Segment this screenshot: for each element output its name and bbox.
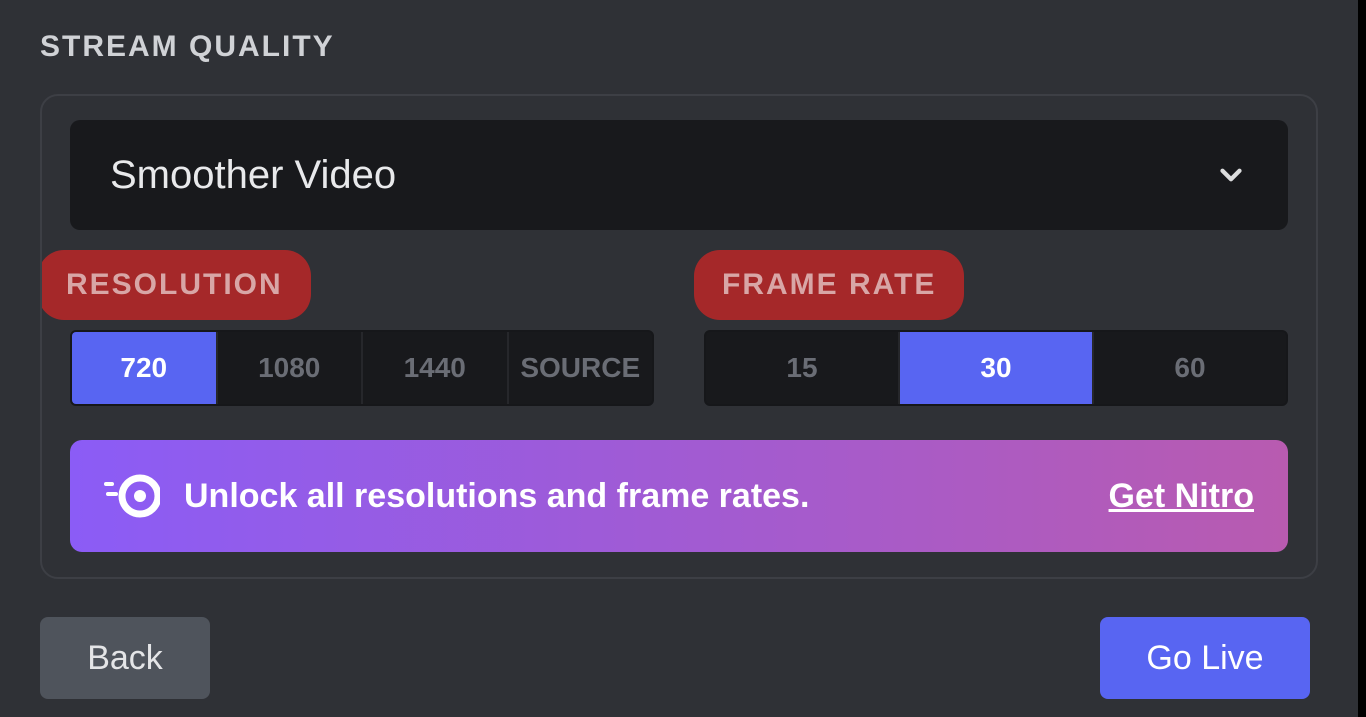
resolution-option-source[interactable]: SOURCE bbox=[509, 332, 653, 404]
resolution-segmented-control: 720 1080 1440 SOURCE bbox=[70, 330, 654, 406]
framerate-segmented-control: 15 30 60 bbox=[704, 330, 1288, 406]
nitro-upsell-banner: Unlock all resolutions and frame rates. … bbox=[70, 440, 1288, 552]
preset-dropdown[interactable]: Smoother Video bbox=[70, 120, 1288, 230]
framerate-option-15[interactable]: 15 bbox=[706, 332, 900, 404]
framerate-label-pill: FRAME RATE bbox=[694, 250, 964, 320]
go-live-button[interactable]: Go Live bbox=[1100, 617, 1310, 699]
chevron-down-icon bbox=[1214, 158, 1248, 192]
resolution-option-1080[interactable]: 1080 bbox=[218, 332, 364, 404]
nitro-text: Unlock all resolutions and frame rates. bbox=[184, 477, 809, 516]
modal-footer: Back Go Live bbox=[40, 617, 1310, 699]
framerate-option-60[interactable]: 60 bbox=[1094, 332, 1286, 404]
quality-settings-box: Smoother Video RESOLUTION 720 1080 1440 … bbox=[40, 94, 1318, 579]
stream-quality-modal: STREAM QUALITY Smoother Video RESOLUTION… bbox=[0, 0, 1366, 717]
nitro-left: Unlock all resolutions and frame rates. bbox=[104, 474, 809, 518]
back-button[interactable]: Back bbox=[40, 617, 210, 699]
resolution-label-pill: RESOLUTION bbox=[40, 250, 311, 320]
framerate-option-30[interactable]: 30 bbox=[900, 332, 1094, 404]
resolution-option-1440[interactable]: 1440 bbox=[363, 332, 509, 404]
framerate-group: FRAME RATE 15 30 60 bbox=[704, 250, 1288, 406]
resolution-option-720[interactable]: 720 bbox=[72, 332, 218, 404]
get-nitro-link[interactable]: Get Nitro bbox=[1109, 477, 1254, 516]
controls-row: RESOLUTION 720 1080 1440 SOURCE FRAME RA… bbox=[70, 250, 1288, 406]
section-title: STREAM QUALITY bbox=[40, 30, 1318, 64]
preset-selected-label: Smoother Video bbox=[110, 153, 396, 198]
resolution-group: RESOLUTION 720 1080 1440 SOURCE bbox=[70, 250, 654, 406]
nitro-icon bbox=[104, 474, 160, 518]
